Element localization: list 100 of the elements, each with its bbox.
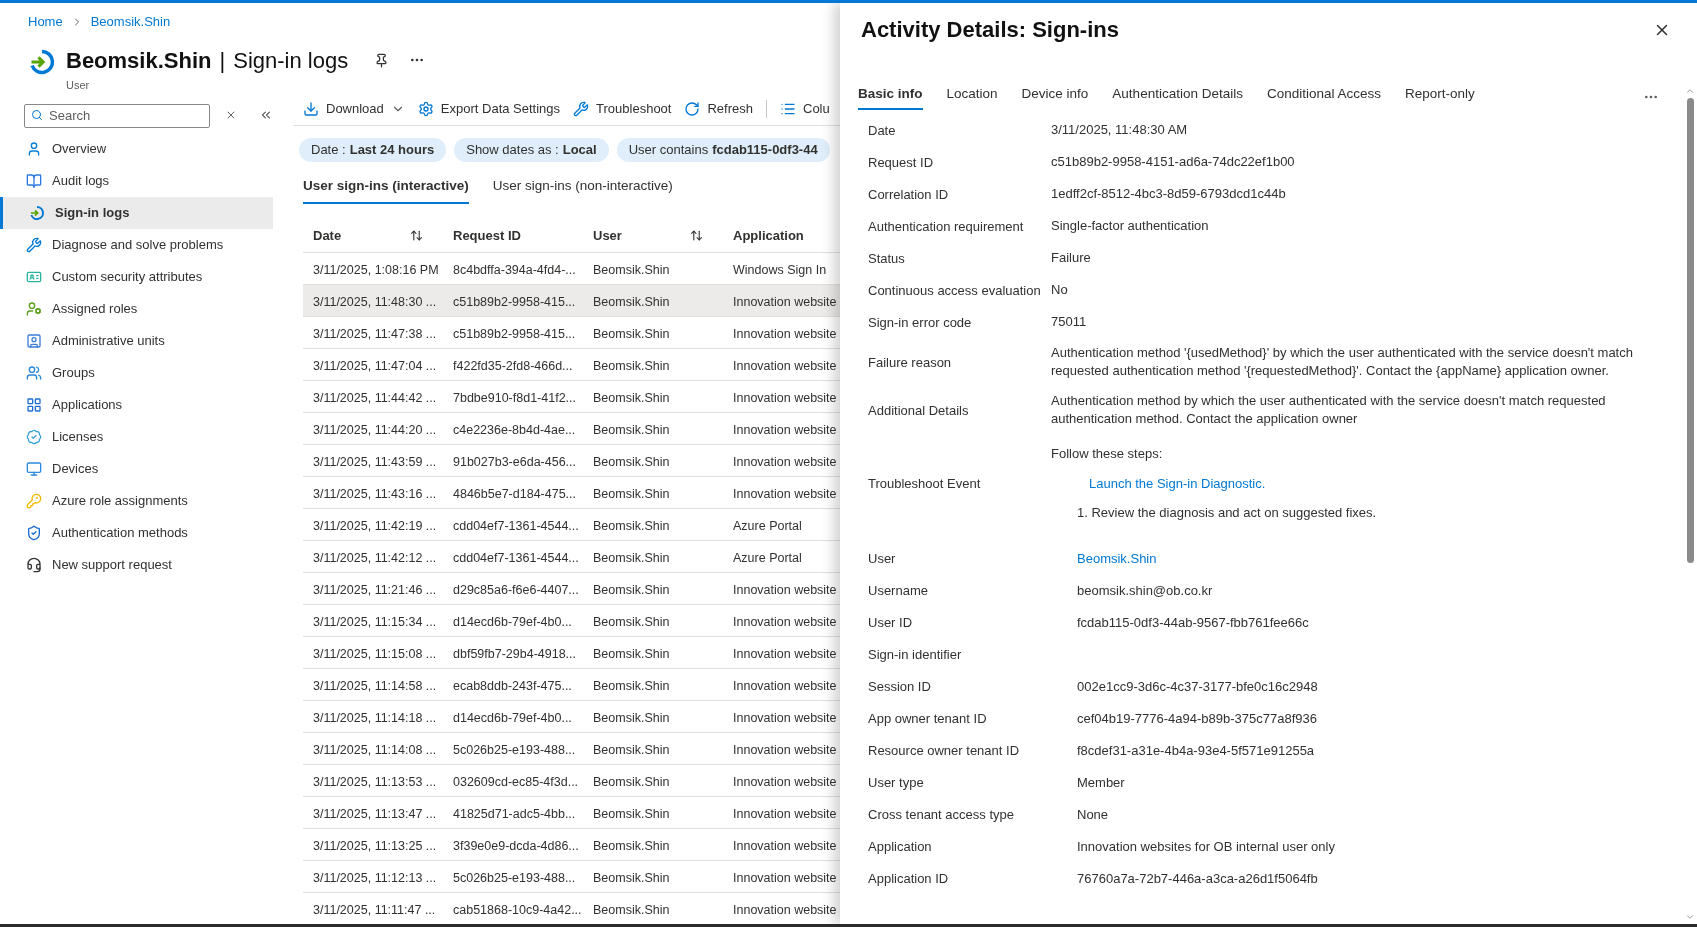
table-cell: Beomsik.Shin xyxy=(593,358,670,373)
field-label: User ID xyxy=(868,614,914,632)
table-cell: Innovation website xyxy=(733,294,837,309)
column-header[interactable]: User xyxy=(583,220,723,251)
tab[interactable]: Basic info xyxy=(858,84,923,111)
table-cell: 3/11/2025, 1:08:16 PM xyxy=(313,262,439,277)
sidebar-item[interactable]: Licenses xyxy=(0,421,273,453)
sidebar-item[interactable]: Groups xyxy=(0,357,273,389)
download-icon xyxy=(303,101,319,117)
tab[interactable]: Device info xyxy=(1021,84,1089,111)
sort-icon[interactable] xyxy=(690,228,703,242)
table-cell: Innovation website xyxy=(733,422,837,437)
field-value: Member xyxy=(1077,773,1126,792)
table-cell: d14ecd6b-79ef-4b0... xyxy=(453,614,572,629)
table-cell: 4846b5e7-d184-475... xyxy=(453,486,577,501)
field-value: f8cdef31-a31e-4b4a-93e4-5f571e91255a xyxy=(1077,741,1316,760)
table-cell: Beomsik.Shin xyxy=(593,806,670,821)
sidebar-item[interactable]: Custom security attributes xyxy=(0,261,273,293)
table-cell: 3/11/2025, 11:43:16 ... xyxy=(313,486,437,501)
page-subtitle: User xyxy=(66,77,91,93)
table-cell: Azure Portal xyxy=(733,518,802,533)
sidebar-item[interactable]: New support request xyxy=(0,549,273,581)
sidebar-item[interactable]: Diagnose and solve problems xyxy=(0,229,273,261)
steps-intro: Follow these steps: xyxy=(1051,445,1164,464)
sidebar-item[interactable]: Devices xyxy=(0,453,273,485)
table-cell: Beomsik.Shin xyxy=(593,582,670,597)
field-label: Date xyxy=(868,121,897,140)
sign-in-icon xyxy=(29,205,45,221)
sidebar-item[interactable]: Assigned roles xyxy=(0,293,273,325)
breadcrumb-link[interactable]: Home xyxy=(28,12,63,32)
sidebar-item[interactable]: Authentication methods xyxy=(0,517,273,549)
table-cell: Beomsik.Shin xyxy=(593,294,670,309)
diagnostic-link[interactable]: Launch the Sign-in Diagnostic. xyxy=(1089,473,1377,494)
column-header[interactable]: Date xyxy=(303,220,443,251)
field-label: Sign-in identifier xyxy=(868,646,963,664)
gear-icon xyxy=(417,101,434,117)
filter-pill[interactable]: User contains fcdab115-0df3-44 xyxy=(616,138,830,162)
table-cell: 41825d71-adc5-4bb... xyxy=(453,806,576,821)
user-link[interactable]: Beomsik.Shin xyxy=(1077,549,1157,569)
toolbar-button[interactable]: Troubleshoot xyxy=(573,99,672,119)
tab[interactable]: Authentication Details xyxy=(1112,84,1243,111)
toolbar-button[interactable]: Colu xyxy=(780,99,830,119)
table-cell: 3/11/2025, 11:15:34 ... xyxy=(313,614,437,629)
tab[interactable]: User sign-ins (interactive) xyxy=(303,176,469,205)
sidebar-item[interactable]: Audit logs xyxy=(0,165,273,197)
page-title-name: Beomsik.Shin xyxy=(66,46,212,75)
field-label: Failure reason xyxy=(868,353,953,372)
table-cell: Beomsik.Shin xyxy=(593,454,670,469)
table-cell: 7bdbe910-f8d1-41f2... xyxy=(453,390,577,405)
search-icon xyxy=(31,109,43,121)
shield-icon xyxy=(26,525,42,541)
person-gear-icon xyxy=(26,301,42,317)
tab[interactable]: Conditional Access xyxy=(1266,84,1381,111)
sidebar-item[interactable]: Azure role assignments xyxy=(0,485,273,517)
collapse-icon[interactable] xyxy=(259,108,273,122)
grid-icon xyxy=(26,397,42,413)
table-cell: 5c026b25-e193-488... xyxy=(453,742,576,757)
pin-icon[interactable] xyxy=(374,52,390,68)
table-cell: 3/11/2025, 11:47:38 ... xyxy=(313,326,437,341)
sidebar-item[interactable]: Administrative units xyxy=(0,325,273,357)
table-cell: 3/11/2025, 11:13:47 ... xyxy=(313,806,437,821)
tools-icon xyxy=(573,101,590,117)
breadcrumb-link[interactable]: Beomsik.Shin xyxy=(90,12,171,32)
field-value: No xyxy=(1051,281,1069,300)
sidebar-item[interactable]: Sign-in logs xyxy=(0,197,273,229)
table-cell: 3/11/2025, 11:48:30 ... xyxy=(313,294,437,309)
table-cell: Innovation website xyxy=(733,678,837,693)
sign-in-logo-icon xyxy=(28,47,56,76)
table-cell: 3/11/2025, 11:43:59 ... xyxy=(313,454,437,469)
field-label: Request ID xyxy=(868,153,935,172)
sort-icon[interactable] xyxy=(410,228,423,242)
table-row[interactable]: 3/11/2025, 11:48:30 ... c51b89b2-9958-415... Beomsik.Shin Innovation website xyxy=(303,285,840,318)
field-label: Sign-in error code xyxy=(868,313,973,332)
headset-icon xyxy=(26,557,42,573)
step-text: 1. Review the diagnosis and act on suggested fixes. xyxy=(1077,504,1377,523)
field-value: 75011 xyxy=(1051,313,1088,332)
badge-icon xyxy=(26,429,42,445)
filter-pill[interactable]: Date : Last 24 hours xyxy=(299,138,447,162)
column-header[interactable]: Application xyxy=(723,220,840,251)
field-label: Resource owner tenant ID xyxy=(868,742,1021,760)
search-field[interactable]: Search xyxy=(24,103,211,128)
sidebar-item[interactable]: Overview xyxy=(0,133,273,165)
field-value: 76760a7a-72b7-446a-a3ca-a26d1f5064fb xyxy=(1077,869,1319,888)
tab[interactable]: Report-only xyxy=(1405,84,1475,111)
field-value: fcdab115-0df3-44ab-9567-fbb761fee66c xyxy=(1077,613,1310,632)
field-label: Continuous access evaluation xyxy=(868,281,1042,300)
tab[interactable]: Location xyxy=(946,84,998,111)
field-label: Authentication requirement xyxy=(868,217,1025,236)
table-cell: Beomsik.Shin xyxy=(593,262,670,277)
toolbar-button[interactable]: Download xyxy=(303,99,405,119)
tab[interactable]: User sign-ins (non-interactive) xyxy=(492,176,673,205)
field-value: 002e1cc9-3d6c-4c37-3177-bfe0c16c2948 xyxy=(1077,677,1319,696)
toolbar-button[interactable]: Refresh xyxy=(684,99,753,119)
table-cell: 032609cd-ec85-4f3d... xyxy=(453,774,579,789)
table-cell: Innovation website xyxy=(733,806,837,821)
sidebar-item[interactable]: Applications xyxy=(0,389,273,421)
column-header[interactable]: Request ID xyxy=(443,220,583,251)
filter-pill[interactable]: Show dates as : Local xyxy=(454,138,609,162)
toolbar-button[interactable]: Export Data Settings xyxy=(417,99,561,119)
field-label: App owner tenant ID xyxy=(868,710,988,728)
